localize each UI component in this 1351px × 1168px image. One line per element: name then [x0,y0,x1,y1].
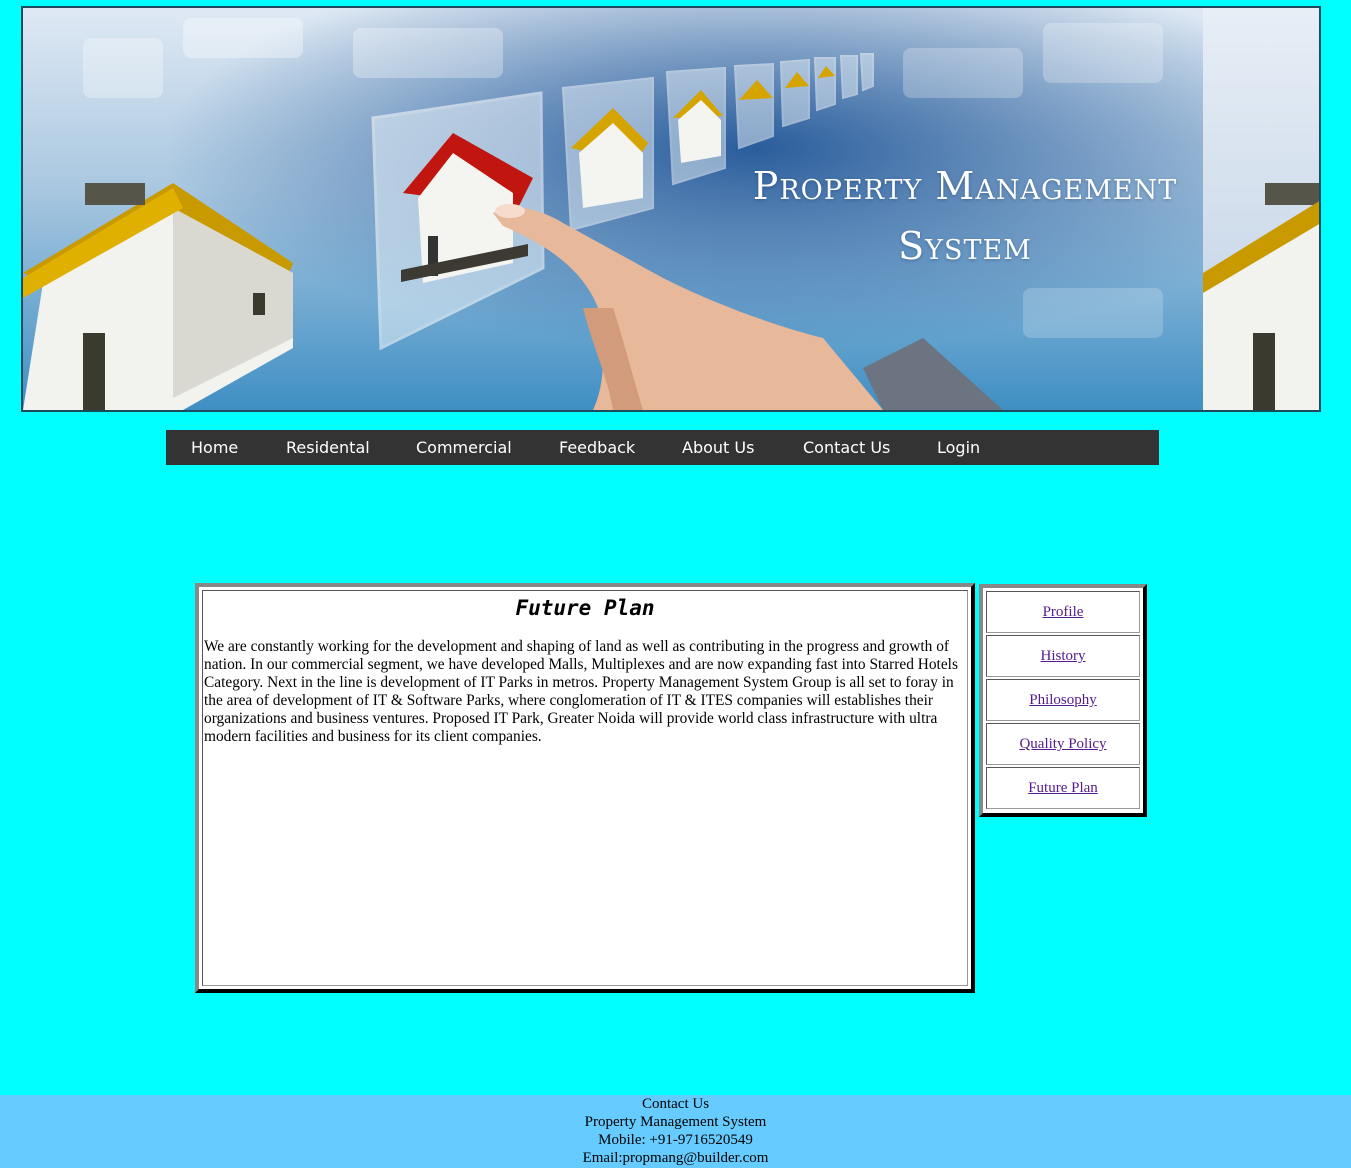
site-title-line1: Property Management [752,164,1178,208]
nav-item-about-us[interactable]: About Us [682,430,754,465]
house-partial-icon [1203,183,1319,410]
site-title-line2: System [898,224,1032,268]
sidebar-link-history[interactable]: History [1041,648,1086,664]
footer-contact-heading: Contact Us [641,1096,710,1112]
content-paragraph: We are constantly working for the develo… [204,638,958,745]
content-panel: Future Plan We are constantly working fo… [195,583,975,993]
sidebar-item-philosophy: Philosophy [986,679,1140,721]
nav-item-contact-us[interactable]: Contact Us [803,430,890,465]
page-title: Future Plan [515,596,655,620]
nav-item-home[interactable]: Home [191,430,238,465]
sidebar-item-quality-policy: Quality Policy [986,723,1140,765]
nav-item-feedback[interactable]: Feedback [559,430,635,465]
footer-email: Email:propmang@builder.com [582,1150,769,1166]
banner-right-panel [1203,8,1319,410]
nav-item-commercial[interactable]: Commercial [416,430,512,465]
sidebar-item-profile: Profile [986,591,1140,633]
footer-company-name: Property Management System [584,1114,767,1130]
sidebar-link-profile[interactable]: Profile [1043,604,1084,620]
nav-item-login[interactable]: Login [937,430,980,465]
site-title: Property Management System [745,156,1185,276]
footer: Contact Us Property Management System Mo… [0,1095,1351,1168]
content-cell: Future Plan We are constantly working fo… [202,590,968,986]
main-nav: Home Residental Commercial Feedback Abou… [166,430,1159,465]
footer-mobile: Mobile: +91-9716520549 [598,1132,753,1148]
sidebar-link-philosophy[interactable]: Philosophy [1029,692,1097,708]
sidebar-menu: Profile History Philosophy Quality Polic… [979,584,1147,817]
sidebar-item-history: History [986,635,1140,677]
sidebar-link-future-plan[interactable]: Future Plan [1028,780,1098,796]
header-banner: Property Management System [21,6,1321,412]
sidebar-link-quality-policy[interactable]: Quality Policy [1019,736,1106,752]
nav-item-residental[interactable]: Residental [286,430,370,465]
page: Property Management System Home Resident… [0,0,1351,1168]
sidebar-item-future-plan: Future Plan [986,767,1140,809]
